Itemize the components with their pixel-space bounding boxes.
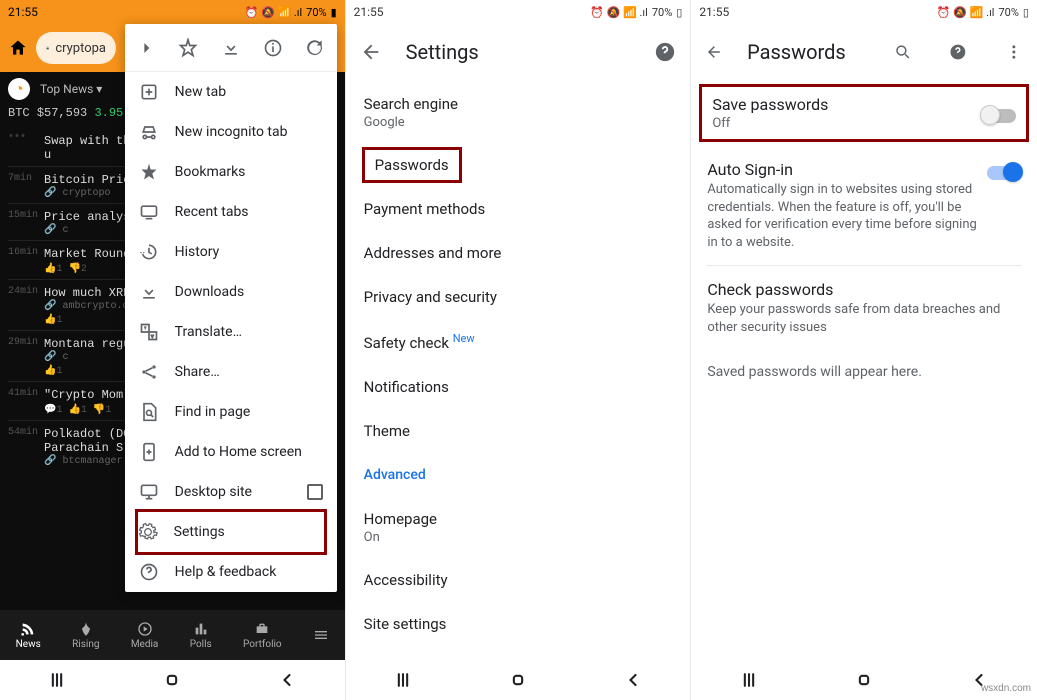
system-nav-bar — [691, 660, 1037, 700]
menu-find-in-page[interactable]: Find in page — [125, 392, 337, 432]
back-nav-icon[interactable] — [277, 670, 297, 690]
back-nav-icon[interactable] — [623, 670, 643, 690]
status-time: 21:55 — [354, 5, 384, 19]
page-title: Settings — [406, 40, 479, 64]
back-icon[interactable] — [705, 41, 723, 63]
setting-site-settings[interactable]: Site settings — [362, 602, 691, 646]
home-nav-icon[interactable] — [508, 670, 528, 690]
menu-desktop-site[interactable]: Desktop site — [125, 472, 337, 512]
status-time: 21:55 — [699, 5, 729, 19]
menu-new-tab[interactable]: New tab — [125, 72, 337, 112]
setting-accessibility[interactable]: Accessibility — [362, 558, 691, 602]
screen-cryptopanic: 21:55 ⏰ 🔕 📶 .ıl 70% ▮ cryptopa ◔ Top New… — [0, 0, 346, 700]
setting-theme[interactable]: Theme — [362, 409, 691, 453]
app-logo: ◔ — [8, 78, 30, 100]
help-icon[interactable] — [949, 41, 967, 63]
setting-safety[interactable]: Safety check New — [362, 319, 691, 365]
setting-notifications[interactable]: Notifications — [362, 365, 691, 409]
saved-passwords-placeholder: Saved passwords will appear here. — [707, 350, 1021, 394]
menu-help[interactable]: Help & feedback — [125, 552, 337, 592]
setting-addresses[interactable]: Addresses and more — [362, 231, 691, 275]
watermark: wsxdn.com — [981, 683, 1031, 694]
help-icon[interactable] — [654, 41, 676, 63]
section-advanced: Advanced — [362, 453, 691, 497]
home-nav-icon[interactable] — [854, 670, 874, 690]
toggle-save-passwords[interactable] — [982, 109, 1016, 123]
menu-bookmarks[interactable]: Bookmarks — [125, 152, 337, 192]
nav-polls[interactable]: Polls — [190, 621, 212, 650]
menu-settings[interactable]: Settings — [138, 512, 324, 552]
screen-passwords: 21:55 ⏰ 🔕 📶 .ıl 70% ▯ Passwords Save pas… — [691, 0, 1037, 700]
status-bar: 21:55 ⏰ 🔕 📶 .ıl 70% ▮ — [0, 0, 345, 24]
screen-settings: 21:55 ⏰ 🔕 📶 .ıl 70% ▯ Settings Search en… — [346, 0, 692, 700]
refresh-icon[interactable] — [305, 38, 325, 58]
status-icons: ⏰ 🔕 📶 .ıl 70% ▯ — [937, 6, 1029, 19]
page-title: Passwords — [747, 40, 846, 64]
setting-search-engine[interactable]: Search engine Google — [362, 82, 691, 143]
appbar: Settings — [346, 24, 691, 80]
toggle-auto-signin[interactable] — [987, 166, 1021, 180]
bookmark-star-icon[interactable] — [178, 38, 198, 58]
setting-privacy[interactable]: Privacy and security — [362, 275, 691, 319]
system-nav-bar — [0, 660, 345, 700]
download-icon[interactable] — [221, 38, 241, 58]
url-text: cryptopa — [55, 41, 106, 56]
top-news-dropdown[interactable]: Top News ▾ — [40, 82, 102, 96]
menu-translate[interactable]: Translate… — [125, 312, 337, 352]
home-icon[interactable] — [8, 38, 28, 58]
address-bar[interactable]: cryptopa — [36, 32, 116, 64]
status-icons: ⏰ 🔕 📶 .ıl 70% ▮ — [245, 6, 337, 19]
status-icons: ⏰ 🔕 📶 .ıl 70% ▯ — [590, 6, 682, 19]
lock-icon — [46, 41, 49, 55]
info-icon[interactable] — [263, 38, 283, 58]
search-icon[interactable] — [894, 41, 912, 63]
back-icon[interactable] — [360, 41, 382, 63]
appbar: Passwords — [691, 24, 1037, 80]
nav-rising[interactable]: Rising — [72, 621, 99, 650]
setting-homepage[interactable]: Homepage On — [362, 497, 691, 558]
menu-add-home[interactable]: Add to Home screen — [125, 432, 337, 472]
home-nav-icon[interactable] — [162, 670, 182, 690]
setting-check-passwords[interactable]: Check passwords Keep your passwords safe… — [707, 266, 1021, 350]
recents-icon[interactable] — [47, 670, 67, 690]
menu-incognito[interactable]: New incognito tab — [125, 112, 337, 152]
menu-history[interactable]: History — [125, 232, 337, 272]
status-bar: 21:55 ⏰ 🔕 📶 .ıl 70% ▯ — [691, 0, 1037, 24]
status-time: 21:55 — [8, 5, 38, 19]
menu-downloads[interactable]: Downloads — [125, 272, 337, 312]
menu-share[interactable]: Share… — [125, 352, 337, 392]
menu-recent-tabs[interactable]: Recent tabs — [125, 192, 337, 232]
setting-save-passwords[interactable]: Save passwords Off — [699, 84, 1029, 142]
system-nav-bar — [346, 660, 691, 700]
recents-icon[interactable] — [739, 670, 759, 690]
settings-list: Search engine Google Passwords Payment m… — [346, 80, 691, 690]
bottom-nav: News Rising Media Polls Portfolio — [0, 610, 345, 660]
more-icon[interactable] — [1005, 41, 1023, 63]
chrome-overflow-menu: New tab New incognito tab Bookmarks Rece… — [125, 24, 337, 592]
forward-icon[interactable] — [136, 38, 156, 58]
recents-icon[interactable] — [393, 670, 413, 690]
setting-passwords[interactable]: Passwords — [362, 147, 462, 183]
nav-portfolio[interactable]: Portfolio — [243, 621, 282, 650]
nav-menu[interactable] — [313, 627, 329, 643]
nav-media[interactable]: Media — [131, 621, 159, 650]
status-bar: 21:55 ⏰ 🔕 📶 .ıl 70% ▯ — [346, 0, 691, 24]
checkbox-icon[interactable] — [307, 484, 323, 500]
setting-payment[interactable]: Payment methods — [362, 187, 691, 231]
setting-auto-signin[interactable]: Auto Sign-in Automatically sign in to we… — [707, 146, 1021, 265]
nav-news[interactable]: News — [16, 621, 41, 650]
